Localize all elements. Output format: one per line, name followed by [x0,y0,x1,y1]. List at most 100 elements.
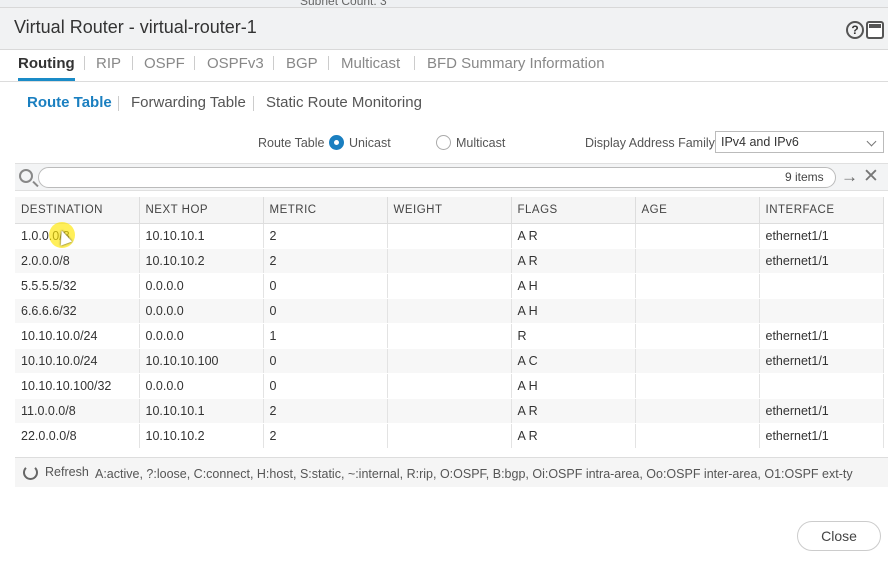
tab-rip[interactable]: RIP [96,55,121,81]
cell-next-hop: 0.0.0.0 [139,373,264,399]
column-header-next-hop[interactable]: NEXT HOP [139,197,264,224]
subtab-route-table[interactable]: Route Table [27,94,112,111]
subtab-separator [118,96,119,111]
help-icon[interactable]: ? [846,21,864,39]
cell-destination: 6.6.6.6/32 [15,298,140,324]
subtab-forwarding-table[interactable]: Forwarding Table [131,94,246,111]
cell-metric: 2 [263,248,388,274]
cell-destination: 2.0.0.0/8 [15,248,140,274]
unicast-label[interactable]: Unicast [349,136,391,150]
cell-metric: 0 [263,373,388,399]
cell-weight [387,423,512,449]
column-header-destination[interactable]: DESTINATION [15,197,140,224]
cell-destination: 1.0.0.0/8 [15,223,140,249]
cell-flags: A C [511,348,636,374]
column-header-weight[interactable]: WEIGHT [387,197,512,224]
column-header-interface[interactable]: INTERFACE [759,197,884,224]
column-header-flags[interactable]: FLAGS [511,197,636,224]
items-count: 9 items [785,170,824,184]
cell-weight [387,398,512,424]
table-row[interactable]: 10.10.10.0/24 10.10.10.100 0 A C ethernet1/1 [15,348,884,374]
cell-flags: A R [511,398,636,424]
tab-bgp[interactable]: BGP [286,55,318,81]
cell-weight [387,273,512,299]
filter-input[interactable] [38,167,836,188]
table-footer: Refresh A:active, ?:loose, C:connect, H:… [15,457,888,487]
cell-age [635,323,760,349]
table-body: 1.0.0.0/8 10.10.10.1 2 A Rethernet1/1 2.0.0.… [15,223,884,449]
cell-metric: 0 [263,273,388,299]
table-row[interactable]: 6.6.6.6/32 0.0.0.0 0 A H [15,298,884,324]
cell-weight [387,348,512,374]
route-table-label: Route Table [258,136,325,150]
cell-weight [387,248,512,274]
cell-interface [759,273,884,299]
cell-metric: 1 [263,323,388,349]
address-family-label: Display Address Family [585,136,715,150]
address-family-select[interactable]: IPv4 and IPv6 [715,131,884,153]
tab-bfd-summary[interactable]: BFD Summary Information [427,55,605,81]
cell-flags: A H [511,273,636,299]
cell-interface: ethernet1/1 [759,423,884,449]
cell-destination: 11.0.0.0/8 [15,398,140,424]
cell-flags: A R [511,223,636,249]
cell-metric: 2 [263,423,388,449]
table-header-row: DESTINATION NEXT HOP METRIC WEIGHT FLAGS AGE I… [15,197,884,224]
cell-next-hop: 10.10.10.100 [139,348,264,374]
cell-age [635,223,760,249]
cell-next-hop: 10.10.10.2 [139,248,264,274]
cell-next-hop: 10.10.10.1 [139,398,264,424]
close-button[interactable]: Close [797,521,881,551]
clear-filter-icon[interactable]: ✕ [863,167,879,186]
cell-destination: 10.10.10.0/24 [15,323,140,349]
cell-interface: ethernet1/1 [759,223,884,249]
route-table: DESTINATION NEXT HOP METRIC WEIGHT FLAGS AGE I… [15,197,888,449]
table-row[interactable]: 10.10.10.0/24 0.0.0.0 1 Rethernet1/1 [15,323,884,349]
filter-bar: 9 items → ✕ [15,163,888,191]
subtab-static-route-monitoring[interactable]: Static Route Monitoring [266,94,422,111]
cell-interface: ethernet1/1 [759,248,884,274]
main-tabs: Routing RIP OSPF OSPFv3 BGP Multicast BF… [0,42,888,82]
cell-metric: 0 [263,298,388,324]
subtab-separator [253,96,254,111]
tab-separator [328,56,329,70]
table-row[interactable]: 11.0.0.0/8 10.10.10.1 2 A R ethernet1/1 [15,398,884,424]
dialog-title: Virtual Router - virtual-router-1 [14,17,257,37]
table-row[interactable]: 5.5.5.5/32 0.0.0.0 0 A H [15,273,884,299]
cell-metric: 2 [263,398,388,424]
multicast-label[interactable]: Multicast [456,136,505,150]
cell-next-hop: 0.0.0.0 [139,273,264,299]
cell-destination: 22.0.0.0/8 [15,423,140,449]
route-table-options: Route Table Unicast Multicast Display Ad… [0,131,888,157]
cell-age [635,298,760,324]
tab-separator [194,56,195,70]
tab-ospf[interactable]: OSPF [144,55,185,81]
multicast-radio[interactable] [436,135,451,150]
apply-filter-arrow-icon[interactable]: → [841,168,858,186]
cell-weight [387,373,512,399]
cell-metric: 2 [263,223,388,249]
refresh-button[interactable]: Refresh [45,465,89,479]
address-family-value: IPv4 and IPv6 [721,135,799,149]
cell-age [635,248,760,274]
maximize-icon[interactable] [866,21,884,39]
cell-interface: ethernet1/1 [759,398,884,424]
cell-next-hop: 10.10.10.2 [139,423,264,449]
table-row[interactable]: 2.0.0.0/8 10.10.10.2 2 A R ethernet1/1 [15,248,884,274]
unicast-radio[interactable] [329,135,344,150]
cell-age [635,373,760,399]
table-row[interactable]: 22.0.0.0/8 10.10.10.2 2 A R ethernet1/1 [15,423,884,449]
column-header-age[interactable]: AGE [635,197,760,224]
tab-separator [132,56,133,70]
tab-routing[interactable]: Routing [18,55,75,81]
refresh-icon[interactable] [23,465,38,480]
cell-next-hop: 10.10.10.1 [139,223,264,249]
column-header-metric[interactable]: METRIC [263,197,388,224]
cell-destination: 10.10.10.100/32 [15,373,140,399]
table-row[interactable]: 10.10.10.100/32 0.0.0.0 0 A H [15,373,884,399]
cell-flags: A R [511,423,636,449]
table-row[interactable]: 1.0.0.0/8 10.10.10.1 2 A R ethernet1/1 [15,223,884,249]
cell-interface [759,373,884,399]
tab-multicast[interactable]: Multicast [341,55,400,81]
tab-ospfv3[interactable]: OSPFv3 [207,55,264,81]
